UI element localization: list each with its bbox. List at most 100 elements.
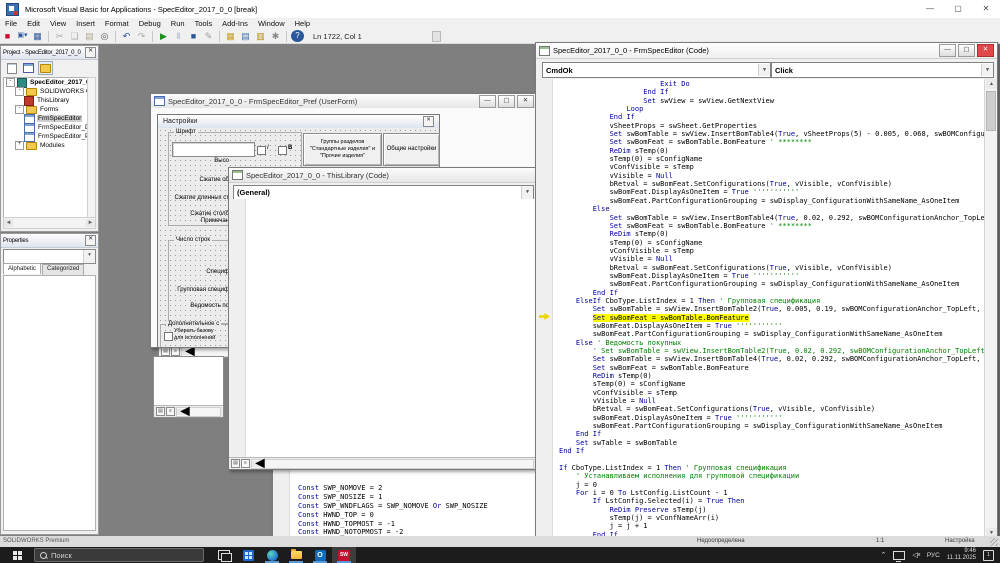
code-area[interactable]: Const SWP_NOMOVE = 2Const SWP_NOSIZE = 1… — [298, 484, 541, 537]
module-view-icon[interactable]: ≡ — [171, 347, 180, 356]
reset-icon[interactable]: ■ — [187, 30, 200, 42]
scroll-up-icon[interactable]: ▲ — [986, 79, 997, 89]
bold-checkbox[interactable] — [278, 146, 287, 155]
close-icon[interactable]: ✕ — [977, 44, 994, 57]
toolbox-icon[interactable]: ✱ — [269, 30, 282, 42]
menu-addins[interactable]: Add-Ins — [217, 18, 253, 29]
module-code-window-fragment[interactable]: Const SWP_NOMOVE = 2Const SWP_NOSIZE = 1… — [272, 467, 542, 538]
scroll-left-icon[interactable]: ◄ — [177, 409, 186, 415]
start-button[interactable] — [0, 547, 34, 563]
taskbar-app-edge[interactable] — [260, 547, 284, 563]
view-code-button[interactable] — [4, 61, 19, 75]
italic-checkbox[interactable] — [257, 146, 266, 155]
taskbar-app-blue-grid[interactable] — [236, 547, 260, 563]
object-browser-icon[interactable]: ▥ — [254, 30, 267, 42]
toolbar-options-grip[interactable] — [432, 31, 441, 42]
scroll-left-icon[interactable]: ◄ — [182, 349, 191, 355]
collapse-icon[interactable]: - — [15, 87, 24, 96]
hscrollbar[interactable]: ◄ — [251, 459, 534, 469]
menu-run[interactable]: Run — [166, 18, 190, 29]
tree-item-modules[interactable]: +Modules — [4, 141, 88, 150]
undo-icon[interactable]: ↶ — [120, 30, 133, 42]
resize-grip[interactable] — [990, 538, 998, 546]
code-area[interactable] — [229, 199, 536, 458]
copy-icon[interactable]: ❏ — [68, 30, 81, 42]
code-area[interactable]: Exit Do End If Set swView = swView.GetNe… — [536, 79, 997, 538]
project-tree-vscrollbar[interactable] — [87, 77, 96, 218]
event-dropdown[interactable]: Click ▾ — [771, 62, 994, 78]
object-dropdown[interactable]: CmdOk ▾ — [542, 62, 771, 78]
maximize-button[interactable]: ▢ — [944, 0, 972, 18]
menu-file[interactable]: File — [0, 18, 22, 29]
tree-item-thislibrary[interactable]: ThisLibrary — [4, 96, 88, 105]
find-icon[interactable]: ◎ — [98, 30, 111, 42]
hscrollbar[interactable]: ◄ — [181, 347, 231, 357]
tree-item-speceditor-2017-0-0[interactable]: -SpecEditor_2017_0_0 — [4, 78, 88, 87]
procedure-view-icon[interactable]: ▤ — [156, 407, 165, 416]
network-icon[interactable] — [893, 551, 905, 560]
scrollbar-thumb[interactable] — [986, 91, 996, 131]
action-center-icon[interactable]: 1 — [983, 550, 994, 561]
procedure-view-icon[interactable]: ▤ — [161, 347, 170, 356]
tab-alphabetic[interactable]: Alphabetic — [3, 263, 41, 274]
hscrollbar[interactable]: ◄ — [176, 407, 221, 417]
font-name-field[interactable] — [172, 142, 255, 157]
properties-window-icon[interactable]: ▤ — [239, 30, 252, 42]
properties-object-dropdown[interactable]: ▾ — [3, 249, 96, 264]
run-icon[interactable]: ▶ — [157, 30, 170, 42]
menu-window[interactable]: Window — [253, 18, 290, 29]
properties-list[interactable] — [3, 275, 96, 531]
close-icon[interactable]: ✕ — [517, 95, 534, 108]
taskbar-app-outlook[interactable]: O — [308, 547, 332, 563]
redo-icon[interactable]: ↷ — [135, 30, 148, 42]
common-settings-button[interactable]: Общие настройки — [383, 133, 440, 166]
menu-format[interactable]: Format — [100, 18, 134, 29]
taskbar-search-input[interactable]: Поиск — [34, 548, 204, 562]
tree-item-frmspeceditor[interactable]: FrmSpecEditor — [4, 114, 88, 123]
volume-muted-icon[interactable]: ◁× — [912, 551, 919, 559]
project-tree-hscrollbar[interactable]: ◄ ► — [3, 217, 96, 229]
design-mode-icon[interactable]: ✎ — [202, 30, 215, 42]
minimize-icon[interactable]: — — [479, 95, 496, 108]
remove-base-checkbox[interactable] — [164, 332, 173, 341]
app-titlebar[interactable]: Microsoft Visual Basic for Applications … — [0, 0, 1000, 19]
tab-categorized[interactable]: Categorized — [42, 264, 84, 275]
menu-view[interactable]: View — [45, 18, 71, 29]
break-icon[interactable]: ‖ — [172, 30, 185, 42]
minimize-button[interactable]: — — [916, 0, 944, 18]
menu-tools[interactable]: Tools — [190, 18, 218, 29]
project-panel-header[interactable]: Project - SpecEditor_2017_0_0 ✕ — [1, 46, 98, 60]
toggle-folders-button[interactable] — [38, 61, 53, 75]
section-groups-button[interactable]: Группы разделов"Стандартные изделия" и"П… — [303, 133, 382, 166]
taskbar-clock[interactable]: 9:46 11.11.2025 — [947, 548, 976, 562]
close-icon[interactable]: ✕ — [85, 235, 96, 246]
tree-item-frmspeceditor-pref[interactable]: FrmSpecEditor_Pref — [4, 132, 88, 141]
help-icon[interactable]: ? — [291, 30, 304, 42]
module-view-icon[interactable]: ≡ — [241, 459, 250, 468]
vscrollbar[interactable]: ▲ ▼ — [984, 79, 997, 538]
scroll-left-icon[interactable]: ◄ — [252, 461, 261, 467]
paste-icon[interactable]: ▤ — [83, 30, 96, 42]
collapse-icon[interactable]: - — [6, 78, 15, 87]
solidworks-view-icon[interactable]: ■ — [1, 30, 14, 42]
restore-icon[interactable]: ▢ — [498, 95, 515, 108]
menu-edit[interactable]: Edit — [22, 18, 45, 29]
taskbar-app-file-explorer[interactable] — [284, 547, 308, 563]
tree-item-forms[interactable]: -Forms — [4, 105, 88, 114]
tree-item-solidworks-objects[interactable]: -SOLIDWORKS Objects — [4, 87, 88, 96]
hidden-icons-chevron-icon[interactable]: ⌃ — [880, 551, 886, 559]
close-button[interactable]: ✕ — [972, 0, 1000, 18]
thislibrary-window-titlebar[interactable]: SpecEditor_2017_0_0 - ThisLibrary (Code) — [229, 168, 536, 183]
insert-userform-icon[interactable]: ▣▾ — [16, 30, 29, 42]
object-dropdown[interactable]: (General) ▾ — [233, 185, 534, 200]
menu-debug[interactable]: Debug — [134, 18, 166, 29]
tree-item-frmspeceditor-doc[interactable]: FrmSpecEditor_Doc — [4, 123, 88, 132]
view-object-button[interactable] — [21, 61, 36, 75]
close-icon[interactable]: ✕ — [85, 47, 96, 58]
scroll-right-icon[interactable]: ► — [86, 219, 95, 227]
properties-panel-header[interactable]: Properties ✕ — [1, 234, 98, 248]
project-explorer-icon[interactable]: ▦ — [224, 30, 237, 42]
menu-insert[interactable]: Insert — [71, 18, 100, 29]
restore-icon[interactable]: ▢ — [958, 44, 975, 57]
menu-help[interactable]: Help — [290, 18, 315, 29]
